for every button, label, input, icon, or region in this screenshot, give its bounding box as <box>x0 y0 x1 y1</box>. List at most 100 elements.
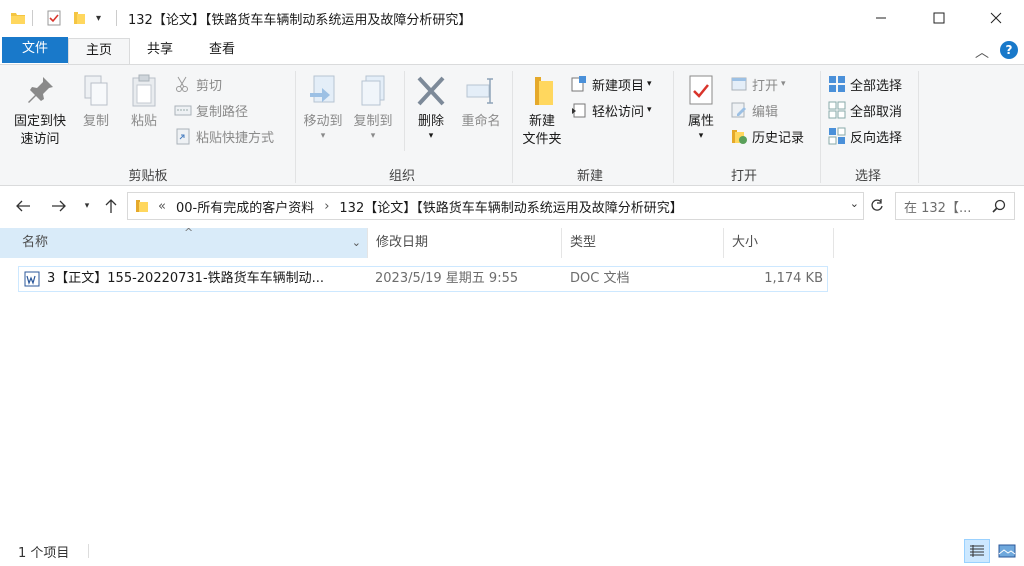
breadcrumb-overflow[interactable]: « <box>158 199 166 214</box>
rename-label: 重命名 <box>461 114 501 129</box>
delete-button[interactable]: 删除 ▾ <box>410 73 452 141</box>
breadcrumb-item-current[interactable]: 132【论文】【铁路货车车辆制动系统运用及故障分析研究】 <box>339 197 682 216</box>
column-header-size[interactable]: 大小 <box>724 228 834 258</box>
group-label-new: 新建 <box>576 169 603 184</box>
properties-icon <box>684 73 718 109</box>
title-bar: ▾ 132【论文】【铁路货车车辆制动系统运用及故障分析研究】 <box>0 0 1024 36</box>
edit-label: 编辑 <box>752 104 779 120</box>
word-document-icon <box>24 271 40 291</box>
column-header-name[interactable]: 名称 ^ ⌄ <box>0 226 368 258</box>
open-dropdown-icon: ▾ <box>781 79 786 89</box>
folder-icon <box>134 198 150 214</box>
copy-button[interactable]: 复制 <box>76 73 116 131</box>
help-icon[interactable]: ? <box>1000 41 1018 59</box>
collapse-ribbon-icon[interactable]: ︿ <box>975 42 989 62</box>
properties-quick-icon[interactable] <box>46 8 62 28</box>
column-filter-dropdown-icon[interactable]: ⌄ <box>352 228 361 258</box>
sort-ascending-icon: ^ <box>184 226 194 239</box>
paste-shortcut-label: 粘贴快捷方式 <box>196 130 275 146</box>
move-to-label: 移动到 <box>303 114 343 129</box>
history-label: 历史记录 <box>752 130 805 146</box>
copy-label: 复制 <box>82 114 109 129</box>
select-all-label: 全部选择 <box>850 78 903 94</box>
search-input[interactable]: 在 132【... <box>904 197 971 216</box>
new-item-button[interactable]: 新建项目 ▾ <box>570 73 652 95</box>
paste-label: 粘贴 <box>130 114 157 129</box>
cut-button[interactable]: 剪切 <box>174 73 222 95</box>
column-header-modified[interactable]: 修改日期 <box>368 228 562 258</box>
rename-button[interactable]: 重命名 <box>456 73 506 131</box>
delete-dropdown-icon: ▾ <box>428 131 434 141</box>
select-all-button[interactable]: 全部选择 <box>828 73 902 95</box>
close-button[interactable] <box>973 0 1019 36</box>
history-icon <box>730 127 748 145</box>
file-size: 1,174 KB <box>764 271 823 286</box>
move-to-dropdown-icon: ▾ <box>320 131 326 141</box>
breadcrumb-separator-icon[interactable]: › <box>324 199 329 214</box>
recent-locations-dropdown-icon[interactable]: ▾ <box>76 196 98 216</box>
ribbon-home: 固定到快 速访问 复制 粘贴 剪切 复制路径 粘贴快捷方式 剪贴板 移动到 ▾ <box>0 64 1024 186</box>
paste-shortcut-button[interactable]: 粘贴快捷方式 <box>174 125 274 147</box>
paste-button[interactable]: 粘贴 <box>124 73 164 131</box>
table-row[interactable]: 3【正文】155-20220731-铁路货车车辆制动... 2023/5/19 … <box>18 266 828 292</box>
up-button[interactable] <box>100 196 122 216</box>
copy-path-button[interactable]: 复制路径 <box>174 99 248 121</box>
history-button[interactable]: 历史记录 <box>730 125 804 147</box>
refresh-button[interactable] <box>866 195 888 217</box>
back-button[interactable] <box>12 196 34 216</box>
breadcrumb-item[interactable]: 00-所有完成的客户资料 <box>176 197 314 216</box>
select-none-label: 全部取消 <box>850 104 903 120</box>
new-folder-quick-icon[interactable] <box>72 8 88 28</box>
pin-label-line1: 固定到快 <box>13 114 66 129</box>
invert-selection-button[interactable]: 反向选择 <box>828 125 902 147</box>
file-type: DOC 文档 <box>570 271 630 286</box>
new-folder-button[interactable]: 新建 文件夹 <box>516 73 568 149</box>
new-item-icon <box>570 75 588 93</box>
properties-button[interactable]: 属性 ▾ <box>680 73 722 141</box>
address-bar-row: ▾ « 00-所有完成的客户资料 › 132【论文】【铁路货车车辆制动系统运用及… <box>0 186 1024 226</box>
group-label-organize: 组织 <box>388 169 415 184</box>
forward-button[interactable] <box>48 196 70 216</box>
search-box[interactable]: 在 132【... <box>895 192 1015 220</box>
copy-to-label: 复制到 <box>353 114 393 129</box>
details-view-icon <box>970 545 984 557</box>
edit-button[interactable]: 编辑 <box>730 99 778 121</box>
easy-access-icon <box>570 101 588 119</box>
address-dropdown-icon[interactable]: ⌄ <box>850 197 859 210</box>
large-icons-view-button[interactable] <box>994 539 1020 563</box>
new-item-dropdown-icon: ▾ <box>647 79 652 89</box>
arrow-right-icon <box>52 200 66 212</box>
tab-home[interactable]: 主页 <box>68 38 130 64</box>
open-button[interactable]: 打开 ▾ <box>730 73 786 95</box>
copy-path-icon <box>174 101 192 119</box>
invert-selection-label: 反向选择 <box>850 130 903 146</box>
pin-icon <box>23 73 57 109</box>
select-none-button[interactable]: 全部取消 <box>828 99 902 121</box>
easy-access-label: 轻松访问 <box>592 104 645 120</box>
customize-quick-access-icon[interactable]: ▾ <box>96 8 101 28</box>
delete-label: 删除 <box>417 114 444 129</box>
status-bar: 1 个项目 <box>0 536 1024 566</box>
pin-quick-access-button[interactable]: 固定到快 速访问 <box>8 73 72 149</box>
search-icon[interactable] <box>992 199 1006 213</box>
tab-view[interactable]: 查看 <box>190 38 254 64</box>
tab-file[interactable]: 文件 <box>2 37 68 63</box>
address-box[interactable]: « 00-所有完成的客户资料 › 132【论文】【铁路货车车辆制动系统运用及故障… <box>127 192 864 220</box>
scissors-icon <box>174 75 192 93</box>
details-view-button[interactable] <box>964 539 990 563</box>
minimize-button[interactable] <box>858 0 904 36</box>
copy-to-button[interactable]: 复制到 ▾ <box>350 73 396 141</box>
refresh-icon <box>871 199 883 211</box>
easy-access-button[interactable]: 轻松访问 ▾ <box>570 99 652 121</box>
new-item-label: 新建项目 <box>592 78 645 94</box>
arrow-left-icon <box>16 200 30 212</box>
cut-label: 剪切 <box>196 78 223 94</box>
move-to-button[interactable]: 移动到 ▾ <box>300 73 346 141</box>
new-folder-label-line1: 新建 <box>528 114 555 129</box>
invert-selection-icon <box>828 127 846 145</box>
maximize-button[interactable] <box>916 0 962 36</box>
paste-shortcut-icon <box>174 127 192 145</box>
column-header-type[interactable]: 类型 <box>562 228 724 258</box>
tab-share[interactable]: 共享 <box>130 38 190 64</box>
file-name: 3【正文】155-20220731-铁路货车车辆制动... <box>47 271 325 286</box>
